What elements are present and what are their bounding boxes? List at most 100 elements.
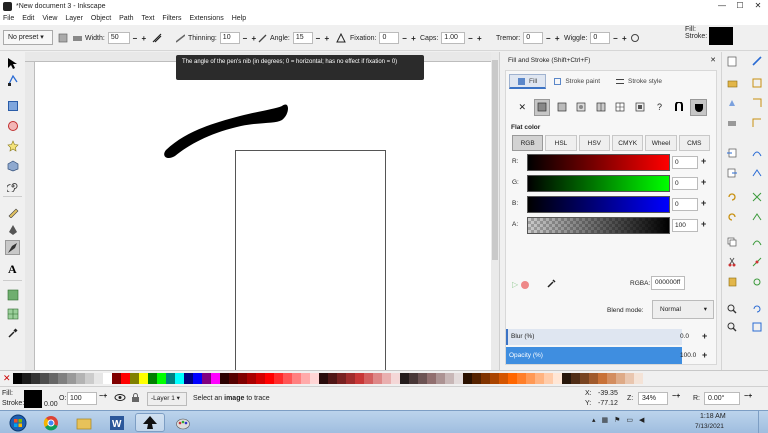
palette-swatch[interactable] [544, 372, 553, 384]
color-picker-icon[interactable] [547, 279, 556, 290]
snap-toggle-icon[interactable] [750, 54, 764, 68]
undo-icon[interactable] [725, 190, 739, 204]
cms-reset-icon[interactable] [521, 280, 530, 289]
red-slider[interactable] [527, 154, 670, 171]
mode-wheel[interactable]: Wheel [645, 135, 677, 151]
palette-swatch[interactable] [400, 372, 409, 384]
radial-gradient-button[interactable] [573, 99, 590, 116]
palette-swatch[interactable] [391, 372, 400, 384]
palette-swatch[interactable] [76, 372, 85, 384]
scrollbar-thumb[interactable] [492, 60, 498, 260]
snap-page-icon[interactable] [750, 320, 764, 334]
palette-swatch[interactable] [148, 372, 157, 384]
red-increment-button[interactable]: + [701, 156, 706, 166]
green-slider[interactable] [527, 175, 670, 192]
paste-icon[interactable] [725, 275, 739, 289]
cut-icon[interactable] [725, 255, 739, 269]
palette-swatch[interactable] [571, 372, 580, 384]
wiggle-increment-button[interactable]: + [620, 34, 628, 43]
redo-icon[interactable] [725, 210, 739, 224]
dock-close-icon[interactable]: ✕ [710, 56, 716, 64]
wiggle-input[interactable]: 0 [590, 32, 611, 44]
show-desktop-button[interactable] [758, 411, 768, 433]
status-fill-swatch[interactable] [24, 390, 42, 408]
ellipse-tool-icon[interactable] [5, 118, 20, 133]
palette-swatch[interactable] [580, 372, 589, 384]
palette-swatch[interactable] [283, 372, 292, 384]
opacity-increment-button[interactable]: + [702, 350, 707, 360]
red-input[interactable]: 0 [672, 156, 698, 169]
rotation-buttons[interactable]: −+ [744, 393, 752, 400]
canvas-vertical-scrollbar[interactable] [491, 52, 499, 370]
palette-swatch[interactable] [319, 372, 328, 384]
palette-swatch[interactable] [616, 372, 625, 384]
palette-swatch[interactable] [481, 372, 490, 384]
layer-visibility-icon[interactable] [114, 393, 126, 404]
linear-gradient-button[interactable] [553, 99, 570, 116]
close-button[interactable]: ✕ [749, 0, 767, 12]
palette-swatch[interactable] [310, 372, 319, 384]
mesh-tool-icon[interactable] [5, 306, 20, 321]
open-document-icon[interactable] [725, 76, 739, 90]
width-input[interactable]: 50 [107, 32, 130, 44]
fill-rule-nonzero-icon[interactable] [690, 98, 708, 116]
status-opacity-buttons[interactable]: −+ [99, 393, 107, 400]
save-icon[interactable] [725, 96, 739, 110]
blue-increment-button[interactable]: + [701, 198, 706, 208]
palette-swatch[interactable] [40, 372, 49, 384]
new-document-icon[interactable] [725, 54, 739, 68]
volume-icon[interactable]: ◀ [639, 416, 644, 424]
zoom-drawing-icon[interactable] [725, 320, 739, 334]
blur-value[interactable]: 0.0 [680, 333, 689, 340]
rectangle-tool-icon[interactable] [5, 98, 20, 113]
snap-rotation-icon[interactable] [750, 302, 764, 316]
palette-swatch[interactable] [607, 372, 616, 384]
save-preset-icon[interactable] [58, 31, 68, 45]
tray-arrow-icon[interactable]: ▴ [592, 416, 596, 424]
palette-swatch[interactable] [193, 372, 202, 384]
palette-swatch[interactable] [112, 372, 121, 384]
menu-filters[interactable]: Filters [162, 15, 181, 22]
flag-icon[interactable]: ⚑ [614, 416, 620, 424]
node-tool-icon[interactable] [5, 72, 20, 87]
alpha-slider[interactable] [527, 217, 670, 234]
preset-dropdown[interactable]: No preset ▾ [3, 30, 53, 45]
zoom-buttons[interactable]: −+ [672, 393, 680, 400]
maximize-button[interactable]: ☐ [731, 0, 749, 12]
palette-swatch[interactable] [535, 372, 544, 384]
snap-path-icon[interactable] [750, 166, 764, 180]
tremor-decrement-button[interactable]: − [544, 34, 552, 43]
gradient-tool-icon[interactable] [5, 287, 20, 302]
palette-swatch[interactable] [373, 372, 382, 384]
palette-swatch[interactable] [562, 372, 571, 384]
palette-swatch[interactable] [364, 372, 373, 384]
palette-swatch[interactable] [454, 372, 463, 384]
palette-swatch[interactable] [211, 372, 220, 384]
tab-stroke-style[interactable]: Stroke style [608, 74, 670, 89]
pressure-width-toggle[interactable] [152, 31, 162, 45]
wiggle-decrement-button[interactable]: − [611, 34, 619, 43]
menu-help[interactable]: Help [232, 15, 246, 22]
fixation-increment-button[interactable]: + [409, 34, 417, 43]
palette-swatch[interactable] [292, 372, 301, 384]
palette-swatch[interactable] [247, 372, 256, 384]
palette-swatch[interactable] [517, 372, 526, 384]
caps-decrement-button[interactable]: − [466, 34, 474, 43]
pattern-button[interactable] [612, 99, 629, 116]
menu-text[interactable]: Text [142, 15, 155, 22]
unset-paint-button[interactable]: ? [651, 99, 668, 116]
selector-tool-icon[interactable] [5, 55, 20, 70]
rgba-input[interactable]: 000000ff [651, 276, 685, 290]
palette-swatch[interactable] [166, 372, 175, 384]
mesh-gradient-button[interactable] [592, 99, 609, 116]
fill-rule-evenodd-icon[interactable] [671, 99, 688, 116]
snap-cusp-icon[interactable] [750, 210, 764, 224]
snap-intersection-icon[interactable] [750, 190, 764, 204]
zoom-input[interactable]: 34% [638, 392, 668, 405]
palette-swatch[interactable] [256, 372, 265, 384]
palette-swatch[interactable] [346, 372, 355, 384]
menu-view[interactable]: View [42, 15, 57, 22]
palette-swatch[interactable] [103, 372, 112, 384]
blur-increment-button[interactable]: + [702, 331, 707, 341]
status-opacity-input[interactable]: 100 [67, 392, 97, 405]
